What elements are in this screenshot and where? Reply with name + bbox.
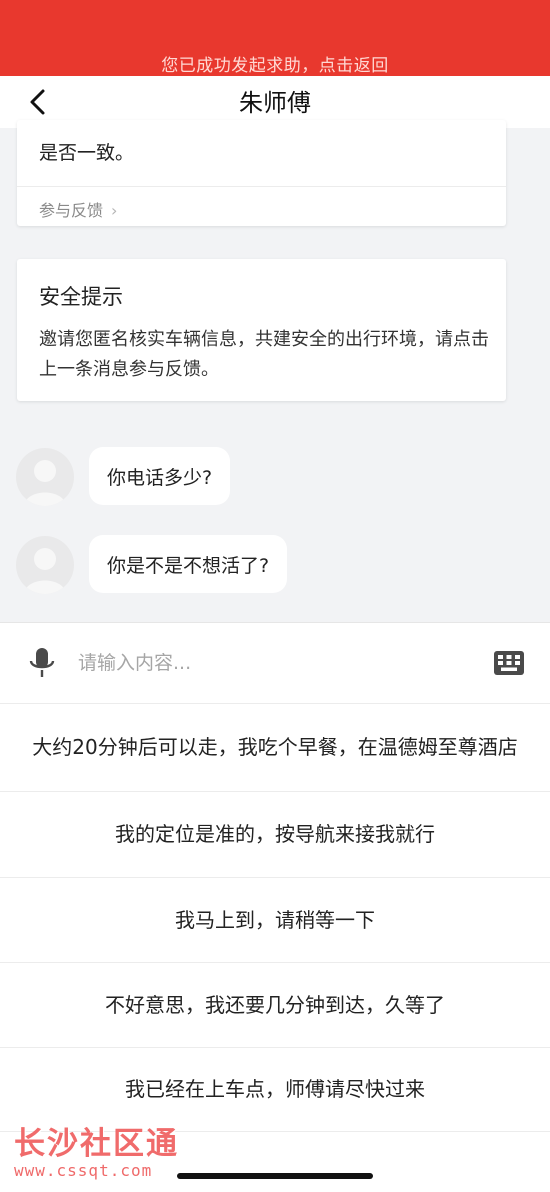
feedback-link[interactable]: 参与反馈 › <box>39 197 117 221</box>
safety-tip-card: 安全提示 邀请您匿名核实车辆信息，共建安全的出行环境，请点击上一条消息参与反馈。 <box>17 259 506 401</box>
card-text: 是否一致。 <box>39 142 135 164</box>
quick-reply-item[interactable]: 不好意思，我还要几分钟到达，久等了 <box>0 963 550 1048</box>
help-banner[interactable]: 您已成功发起求助，点击返回 <box>0 0 550 76</box>
quick-reply-text: 大约20分钟后可以走，我吃个早餐，在温德姆至尊酒店 <box>32 734 518 759</box>
quick-reply-item[interactable]: 大约20分钟后可以走，我吃个早餐，在温德姆至尊酒店 <box>0 703 550 792</box>
message-card-partial: 是否一致。 参与反馈 › <box>17 120 506 226</box>
quick-reply-text: 我马上到，请稍等一下 <box>175 907 375 932</box>
user-avatar-icon <box>24 460 66 506</box>
avatar[interactable] <box>16 448 74 506</box>
page-title: 朱师傅 <box>239 89 311 117</box>
message-text: 你电话多少? <box>107 466 213 489</box>
quick-reply-text: 我已经在上车点，师傅请尽快过来 <box>125 1077 425 1101</box>
chevron-right-icon: › <box>111 201 118 220</box>
quick-reply-item[interactable]: 我马上到，请稍等一下 <box>0 878 550 963</box>
safety-tip-title: 安全提示 <box>39 285 123 309</box>
chat-bubble: 你是不是不想活了? <box>89 535 288 593</box>
banner-text[interactable]: 您已成功发起求助，点击返回 <box>0 51 550 76</box>
watermark-brand: 长沙社区通 <box>14 1126 179 1162</box>
safety-tip-body: 邀请您匿名核实车辆信息，共建安全的出行环境，请点击上一条消息参与反馈。 <box>39 329 489 380</box>
home-indicator[interactable] <box>177 1173 373 1179</box>
keyboard-icon[interactable] <box>494 649 524 677</box>
watermark: 长沙社区通 www.cssqt.com <box>14 1118 179 1180</box>
user-avatar-icon <box>24 548 66 594</box>
message-text: 你是不是不想活了? <box>107 554 270 577</box>
watermark-url: www.cssqt.com <box>14 1161 153 1180</box>
chat-bubble: 你电话多少? <box>89 447 231 505</box>
quick-reply-text: 我的定位是准的，按导航来接我就行 <box>115 822 435 846</box>
divider <box>17 186 506 187</box>
quick-reply-text: 不好意思，我还要几分钟到达，久等了 <box>105 992 445 1017</box>
quick-reply-item[interactable]: 我的定位是准的，按导航来接我就行 <box>0 792 550 878</box>
microphone-icon[interactable] <box>28 647 56 679</box>
feedback-label: 参与反馈 <box>39 201 104 220</box>
avatar[interactable] <box>16 536 74 594</box>
input-row <box>0 623 550 704</box>
message-input[interactable] <box>78 643 468 683</box>
